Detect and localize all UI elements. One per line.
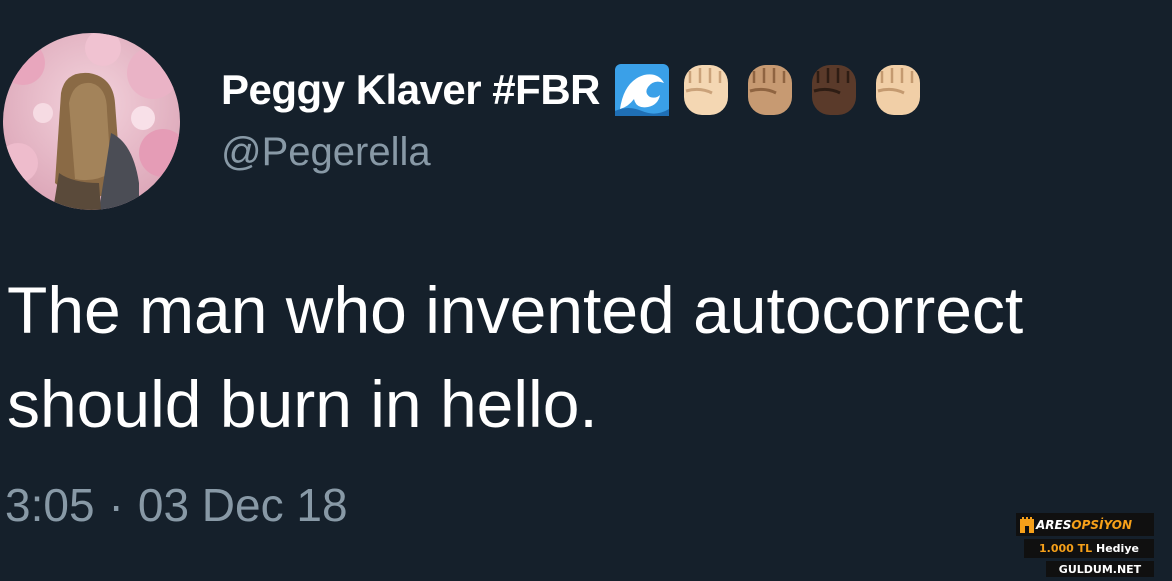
raised-fist-dark-icon — [806, 61, 862, 119]
raised-fist-medium-icon — [742, 61, 798, 119]
user-handle[interactable]: @Pegerella — [221, 130, 926, 175]
watermark-offer-text: Hediye — [1096, 542, 1139, 555]
raised-fist-light-icon — [870, 61, 926, 119]
raised-fist-light-icon — [678, 61, 734, 119]
watermark-brand: ARES OPSİYON — [1016, 513, 1154, 536]
name-row: Peggy Klaver #FBR — [221, 58, 926, 122]
tweet-time[interactable]: 3:05 — [5, 479, 95, 531]
tweet-date[interactable]: 03 Dec 18 — [138, 479, 348, 531]
timestamp-separator: · — [108, 479, 124, 531]
castle-logo-icon — [1019, 516, 1035, 534]
name-emojis — [614, 61, 926, 119]
tweet: Peggy Klaver #FBR @Pegerella The man who… — [0, 0, 1172, 581]
avatar[interactable] — [3, 33, 180, 210]
display-name[interactable]: Peggy Klaver #FBR — [221, 66, 600, 114]
tweet-text: The man who invented autocorrect should … — [7, 273, 1024, 441]
tweet-timestamp: 3:05 · 03 Dec 18 — [5, 478, 348, 532]
watermark-offer-amount: 1.000 TL — [1039, 542, 1093, 555]
watermark-offer: 1.000 TL Hediye — [1024, 539, 1154, 558]
water-wave-icon — [614, 61, 670, 119]
watermark-brand-orange: OPSİYON — [1071, 517, 1132, 532]
author-block: Peggy Klaver #FBR @Pegerella — [221, 58, 926, 175]
avatar-image — [3, 33, 180, 210]
watermark-brand-white: ARES — [1036, 517, 1072, 532]
watermark: ARES OPSİYON 1.000 TL Hediye GULDUM.NET — [1016, 513, 1154, 577]
watermark-site: GULDUM.NET — [1046, 561, 1154, 577]
